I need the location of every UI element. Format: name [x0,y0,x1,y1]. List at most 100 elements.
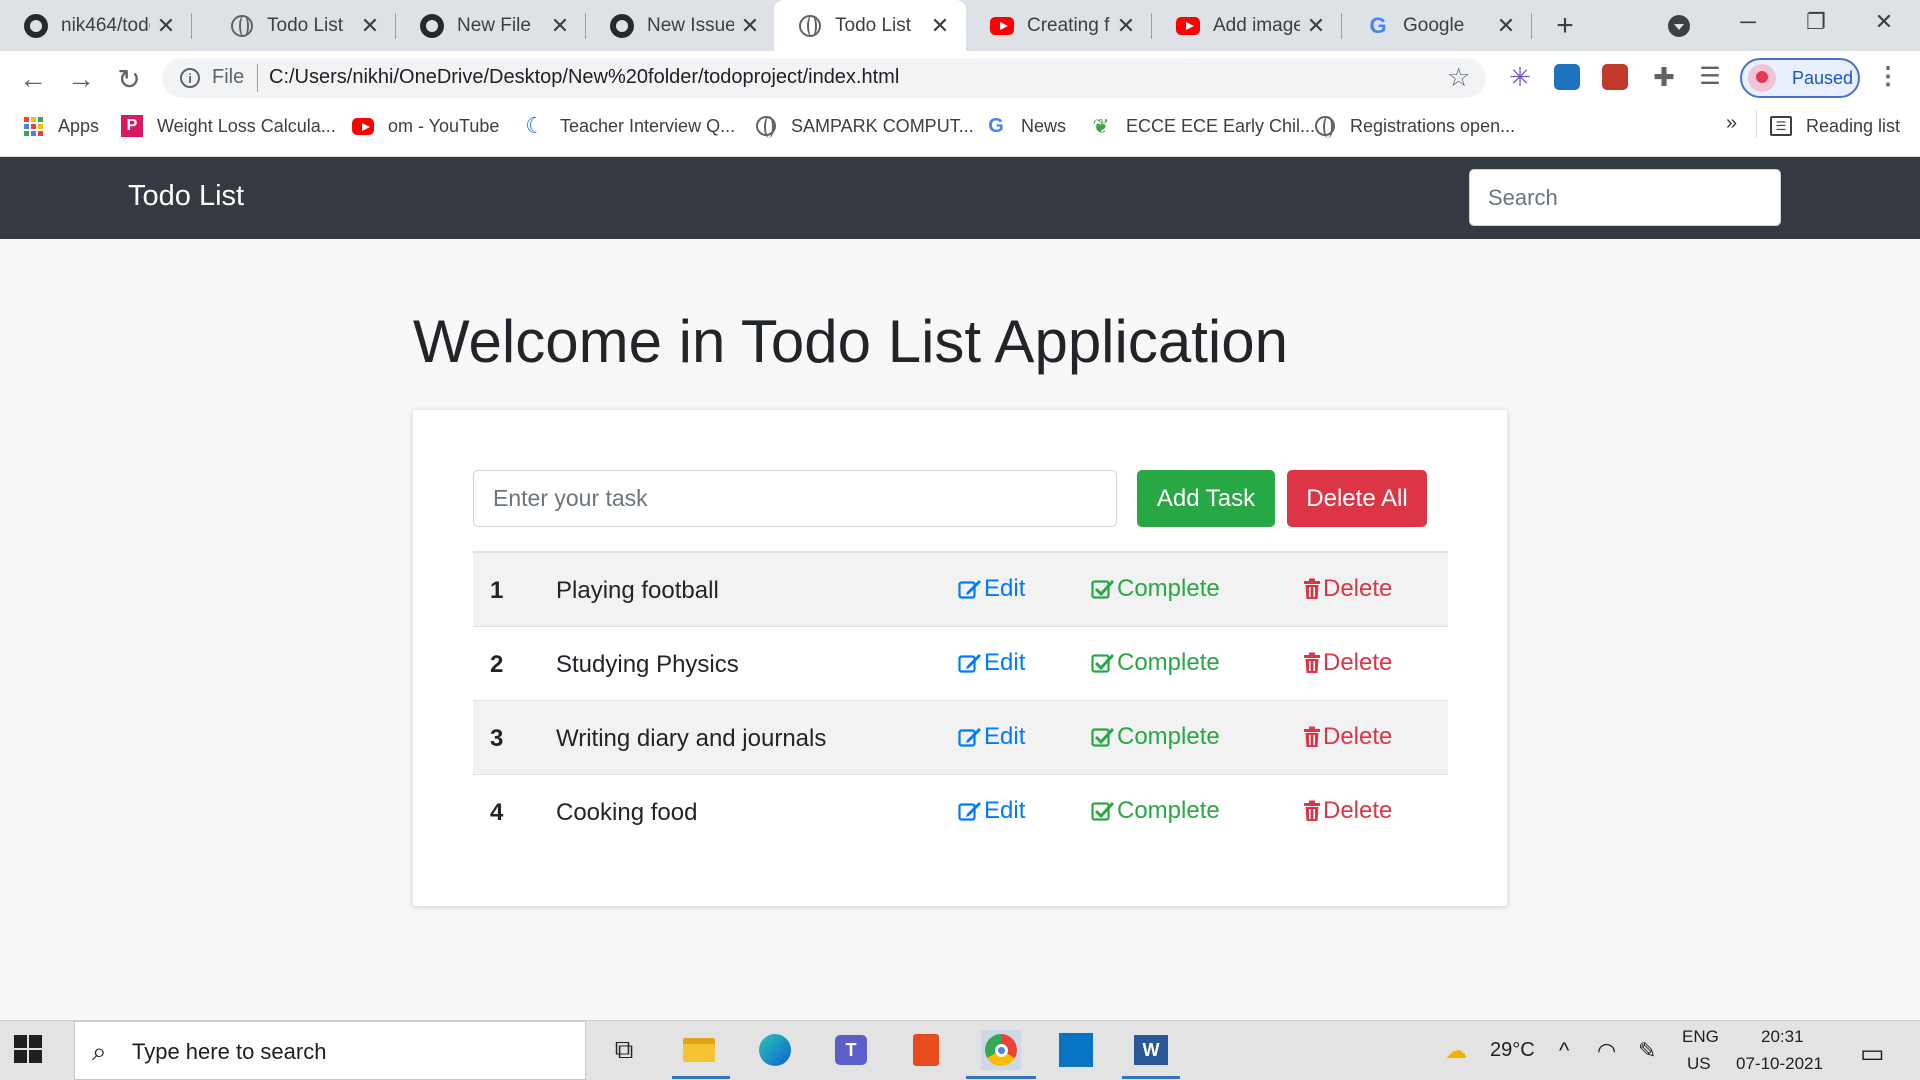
globe-icon [1314,115,1336,138]
tab-todo-list-active[interactable]: Todo List ✕ [774,0,966,51]
tab-new-issue[interactable]: New Issue · ✕ [586,0,776,51]
weather-temperature[interactable]: 29°C [1490,1039,1535,1062]
tab-google[interactable]: G Google ✕ [1342,0,1532,51]
window-close-icon[interactable]: ✕ [1854,0,1914,44]
trash-icon [1304,726,1320,747]
bookmark-star-icon[interactable]: ☆ [1447,62,1470,93]
bookmark-apps[interactable]: Apps [22,114,99,138]
windows-start-icon[interactable] [14,1035,42,1063]
reading-list-button[interactable]: ☰ Reading list [1770,114,1900,138]
url-text[interactable]: C:/Users/nikhi/OneDrive/Desktop/New%20fo… [269,66,899,89]
more-menu-icon[interactable]: ⋮ [1876,62,1900,91]
tab-title: nik464/todo [61,14,150,36]
edit-link[interactable]: Edit [958,649,1025,677]
profile-button[interactable]: Paused [1740,58,1860,98]
word-icon[interactable]: W [1131,1030,1171,1070]
bookmark-ecce[interactable]: ❦ ECCE ECE Early Chil... [1090,114,1315,138]
teams-icon[interactable]: T [831,1030,871,1070]
info-icon[interactable]: i [180,68,200,88]
close-icon[interactable]: ✕ [360,13,380,38]
task-number: 4 [490,799,504,826]
close-icon[interactable]: ✕ [550,13,570,38]
search-input[interactable] [1469,169,1781,226]
bookmarks-overflow-icon[interactable]: » [1726,112,1737,135]
complete-link[interactable]: Complete [1091,723,1220,751]
task-text: Cooking food [556,799,698,826]
extension-eye-icon[interactable] [1554,64,1580,90]
language-region[interactable]: US [1687,1054,1711,1074]
tab-new-file[interactable]: New File ✕ [396,0,586,51]
office-icon[interactable] [906,1030,946,1070]
forward-arrow-icon[interactable]: → [64,62,98,96]
close-icon[interactable]: ✕ [156,13,176,38]
clock-time[interactable]: 20:31 [1761,1027,1804,1047]
wifi-icon[interactable]: ◠ [1597,1038,1616,1064]
bookmark-label: Registrations open... [1350,115,1516,136]
delete-all-button[interactable]: Delete All [1287,470,1427,527]
media-control-icon[interactable]: ☰ [1697,64,1723,90]
bookmark-label: ECCE ECE Early Chil... [1126,115,1316,136]
reload-icon[interactable]: ↻ [112,62,146,96]
delete-link[interactable]: Delete [1303,575,1392,603]
edit-link[interactable]: Edit [958,575,1025,603]
bookmark-registrations[interactable]: Registrations open... [1314,114,1515,138]
complete-link[interactable]: Complete [1091,649,1220,677]
close-icon[interactable]: ✕ [1496,13,1516,38]
minimize-icon[interactable]: ─ [1718,0,1778,44]
bookmarks-divider [1756,110,1757,138]
task-text: Studying Physics [556,651,739,678]
url-scheme-label: File [212,66,245,88]
file-explorer-icon[interactable] [679,1030,719,1070]
notification-icon[interactable]: ▭ [1860,1038,1885,1069]
bookmark-news[interactable]: G News [985,114,1066,138]
tab-todo-list[interactable]: Todo List ✕ [206,0,396,51]
delete-link[interactable]: Delete [1303,723,1392,751]
edge-icon[interactable] [755,1030,795,1070]
task-view-icon[interactable]: ⧉ [604,1030,644,1070]
bookmark-sampark[interactable]: SAMPARK COMPUT... [755,114,974,138]
extensions-puzzle-icon[interactable]: ✚ [1651,64,1677,90]
url-divider [257,64,258,92]
close-icon[interactable]: ✕ [1116,13,1136,38]
table-row: 1 Playing football Edit Complete Delete [473,553,1448,627]
edit-link[interactable]: Edit [958,723,1025,751]
bookmark-om-youtube[interactable]: om - YouTube [352,114,499,138]
complete-link[interactable]: Complete [1091,575,1220,603]
navbar-brand[interactable]: Todo List [128,180,244,213]
task-number: 3 [490,725,504,752]
tab-creating-folder[interactable]: Creating fol ✕ [966,0,1152,51]
clock-date[interactable]: 07-10-2021 [1736,1054,1823,1074]
table-row: 4 Cooking food Edit Complete Delete [473,775,1448,849]
pen-icon[interactable]: ✎ [1638,1038,1656,1064]
delete-link[interactable]: Delete [1303,797,1392,825]
extension-screen-icon[interactable] [1602,64,1628,90]
tab-add-images[interactable]: Add images ✕ [1152,0,1342,51]
dell-app-icon[interactable] [1056,1030,1096,1070]
chevron-up-icon[interactable]: ^ [1559,1038,1569,1064]
chrome-icon[interactable] [981,1030,1021,1070]
add-task-button[interactable]: Add Task [1137,470,1275,527]
bookmark-teacher-interview[interactable]: ☾ Teacher Interview Q... [524,113,735,138]
task-text: Writing diary and journals [556,725,827,752]
task-input[interactable] [473,470,1117,527]
extension-snowflake-icon[interactable]: ✳ [1507,64,1533,90]
delete-link[interactable]: Delete [1303,649,1392,677]
table-row: 2 Studying Physics Edit Complete Delete [473,627,1448,701]
bookmark-weight-loss[interactable]: P Weight Loss Calcula... [121,114,336,138]
edit-link[interactable]: Edit [958,797,1025,825]
close-icon[interactable]: ✕ [740,13,760,38]
language-indicator[interactable]: ENG [1682,1027,1719,1047]
complete-link[interactable]: Complete [1091,797,1220,825]
delete-label: Delete [1323,797,1393,824]
close-icon[interactable]: ✕ [1306,13,1326,38]
close-icon[interactable]: ✕ [930,13,950,38]
back-arrow-icon[interactable]: ← [16,62,50,96]
weather-icon[interactable]: ☁ [1445,1038,1467,1064]
new-tab-plus-icon[interactable]: + [1549,9,1581,42]
trash-icon [1304,800,1320,821]
restore-icon[interactable]: ❐ [1786,0,1846,44]
task-number: 1 [490,577,504,604]
edit-icon [958,654,981,673]
tab-github-todo[interactable]: nik464/todo ✕ [0,0,192,51]
tab-search-icon[interactable] [1668,15,1690,37]
